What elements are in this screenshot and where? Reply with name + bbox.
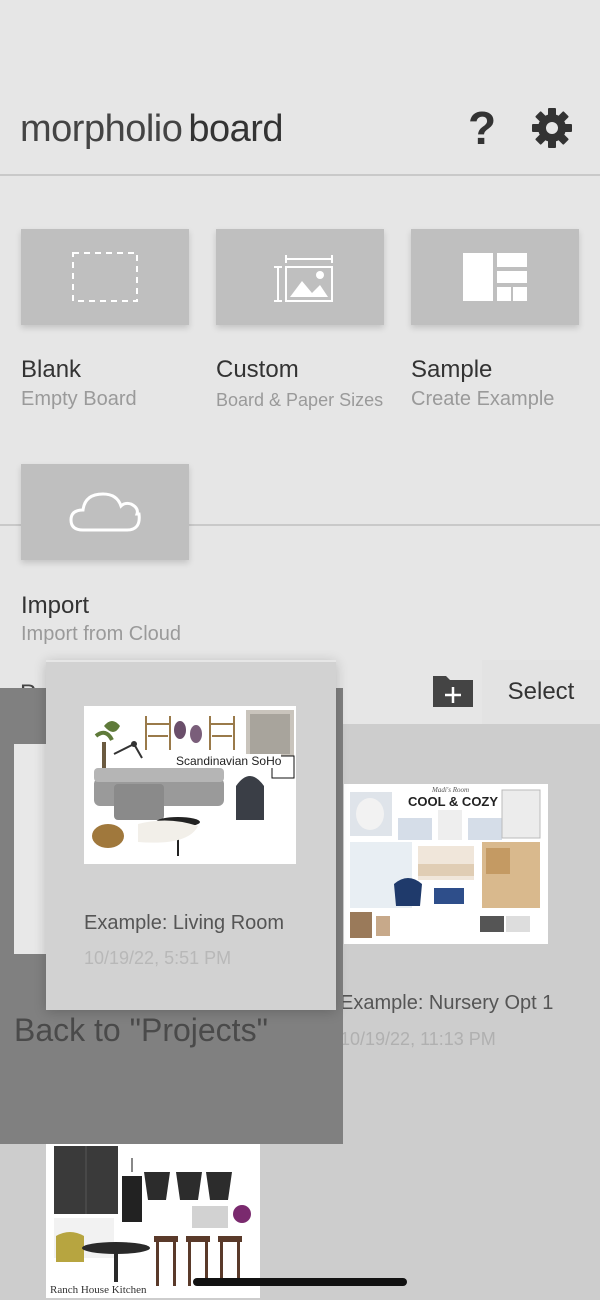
project-name-nursery: Example: Nursery Opt 1	[340, 992, 554, 1014]
sample-title: Sample	[411, 356, 493, 383]
project-thumbnail-living-room[interactable]: Scandinavian SoHo	[84, 706, 296, 864]
project-name-living-room: Example: Living Room	[84, 912, 285, 934]
import-board-tile[interactable]	[21, 464, 189, 560]
custom-subtitle: Board & Paper Sizes	[216, 390, 384, 410]
import-title: Import	[21, 592, 90, 619]
app-header: morpholio board ?	[0, 0, 600, 176]
custom-title: Custom	[216, 356, 299, 383]
gear-icon[interactable]	[530, 106, 574, 150]
blank-subtitle: Empty Board	[21, 388, 137, 410]
project-thumbnail-nursery[interactable]: COOL & COZY Madi's Room	[344, 784, 548, 944]
sample-board-tile[interactable]	[411, 229, 579, 325]
cloud-icon	[69, 492, 141, 532]
dashed-rect-icon	[72, 252, 138, 302]
import-subtitle: Import from Cloud	[21, 623, 182, 645]
living-room-moodboard-image	[84, 706, 296, 864]
app-logo: morpholio board	[20, 108, 284, 151]
layout-icon	[463, 253, 527, 301]
living-room-thumb-caption: Scandinavian SoHo	[176, 754, 282, 768]
select-button[interactable]: Select	[482, 660, 600, 724]
project-thumbnail-kitchen[interactable]: Ranch House Kitchen	[46, 1144, 260, 1298]
project-date-nursery: 10/19/22, 11:13 PM	[340, 1029, 496, 1049]
blank-title: Blank	[21, 356, 82, 383]
sample-subtitle: Create Example	[411, 388, 555, 410]
kitchen-thumb-caption: Ranch House Kitchen	[50, 1284, 147, 1296]
project-date-living-room: 10/19/22, 5:51 PM	[84, 948, 232, 968]
resize-image-icon	[274, 255, 333, 302]
back-to-projects-label: Back to "Projects"	[14, 1012, 268, 1048]
kitchen-moodboard-image	[46, 1144, 260, 1298]
nursery-thumb-title: COOL & COZY	[408, 794, 499, 809]
custom-board-tile[interactable]	[216, 229, 384, 325]
home-indicator[interactable]	[193, 1278, 407, 1286]
help-icon[interactable]: ?	[462, 104, 502, 152]
logo-text-light: morpholio	[20, 108, 183, 150]
blank-board-tile[interactable]	[21, 229, 189, 325]
dragged-project-card[interactable]: Scandinavian SoHo Example: Living Room 1…	[46, 662, 336, 1010]
add-folder-icon[interactable]	[432, 672, 474, 708]
nursery-thumb-subtitle: Madi's Room	[432, 786, 470, 794]
logo-text-bold: board	[188, 108, 284, 150]
